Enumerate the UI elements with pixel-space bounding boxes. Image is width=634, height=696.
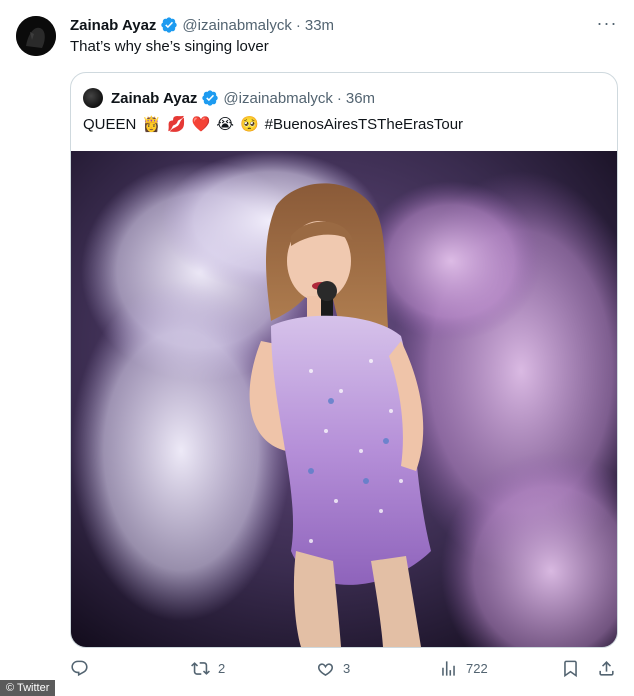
- pleading-face-emoji: 🥺: [239, 115, 259, 133]
- red-heart-emoji: ❤️: [191, 115, 211, 133]
- retweet-icon: [191, 659, 210, 678]
- quoted-text-prefix: QUEEN: [83, 115, 137, 133]
- quoted-timestamp: 36m: [345, 89, 376, 107]
- analytics-icon: [439, 659, 458, 678]
- separator-dot: ·: [295, 16, 301, 34]
- views-button[interactable]: 722: [439, 656, 488, 680]
- bookmark-icon: [561, 659, 580, 678]
- like-count: 3: [343, 660, 351, 676]
- avatar[interactable]: [16, 16, 56, 56]
- heart-icon: [316, 659, 335, 678]
- author-name[interactable]: Zainab Ayaz: [70, 17, 156, 34]
- tweet-header: Zainab Ayaz @izainabmalyck · 33m: [70, 14, 334, 36]
- quoted-author-name: Zainab Ayaz: [111, 89, 198, 107]
- like-button[interactable]: 3: [316, 656, 350, 680]
- retweet-button[interactable]: 2: [191, 656, 225, 680]
- retweet-count: 2: [218, 660, 226, 676]
- quoted-author-handle: @izainabmalyck: [223, 89, 333, 107]
- tweet-actions-bar: 2 3 722: [70, 656, 618, 680]
- image-credit: © Twitter: [0, 680, 56, 696]
- quoted-avatar: [83, 88, 103, 108]
- author-handle[interactable]: @izainabmalyck: [182, 17, 291, 34]
- more-options-icon[interactable]: ···: [596, 14, 618, 36]
- views-count: 722: [466, 660, 488, 676]
- share-icon: [597, 659, 616, 678]
- crying-face-emoji: 😭: [216, 115, 234, 133]
- hashtag-link[interactable]: #BuenosAiresTSTheErasTour: [265, 116, 463, 133]
- quoted-tweet-header: Zainab Ayaz @izainabmalyck · 36m: [83, 87, 375, 109]
- reply-icon: [70, 659, 89, 678]
- princess-emoji: 👸: [142, 115, 162, 133]
- verified-badge-icon: [160, 16, 178, 34]
- tweet-text: That’s why she’s singing lover: [70, 38, 269, 55]
- tweet-card[interactable]: Zainab Ayaz @izainabmalyck · 33m ··· Tha…: [0, 0, 634, 696]
- timestamp[interactable]: 33m: [305, 17, 334, 34]
- quoted-tweet-photo[interactable]: [71, 151, 617, 647]
- separator-dot: ·: [336, 89, 342, 107]
- share-button[interactable]: [597, 656, 616, 680]
- verified-badge-icon: [201, 89, 219, 107]
- bookmark-button[interactable]: [561, 656, 580, 680]
- kiss-mark-emoji: 💋: [167, 115, 186, 133]
- reply-button[interactable]: [70, 656, 97, 680]
- quoted-tweet-text: QUEEN 👸 💋 ❤️ 😭 🥺 #BuenosAiresTSTheErasTo…: [83, 115, 463, 133]
- quoted-tweet[interactable]: Zainab Ayaz @izainabmalyck · 36m QUEEN 👸…: [70, 72, 618, 648]
